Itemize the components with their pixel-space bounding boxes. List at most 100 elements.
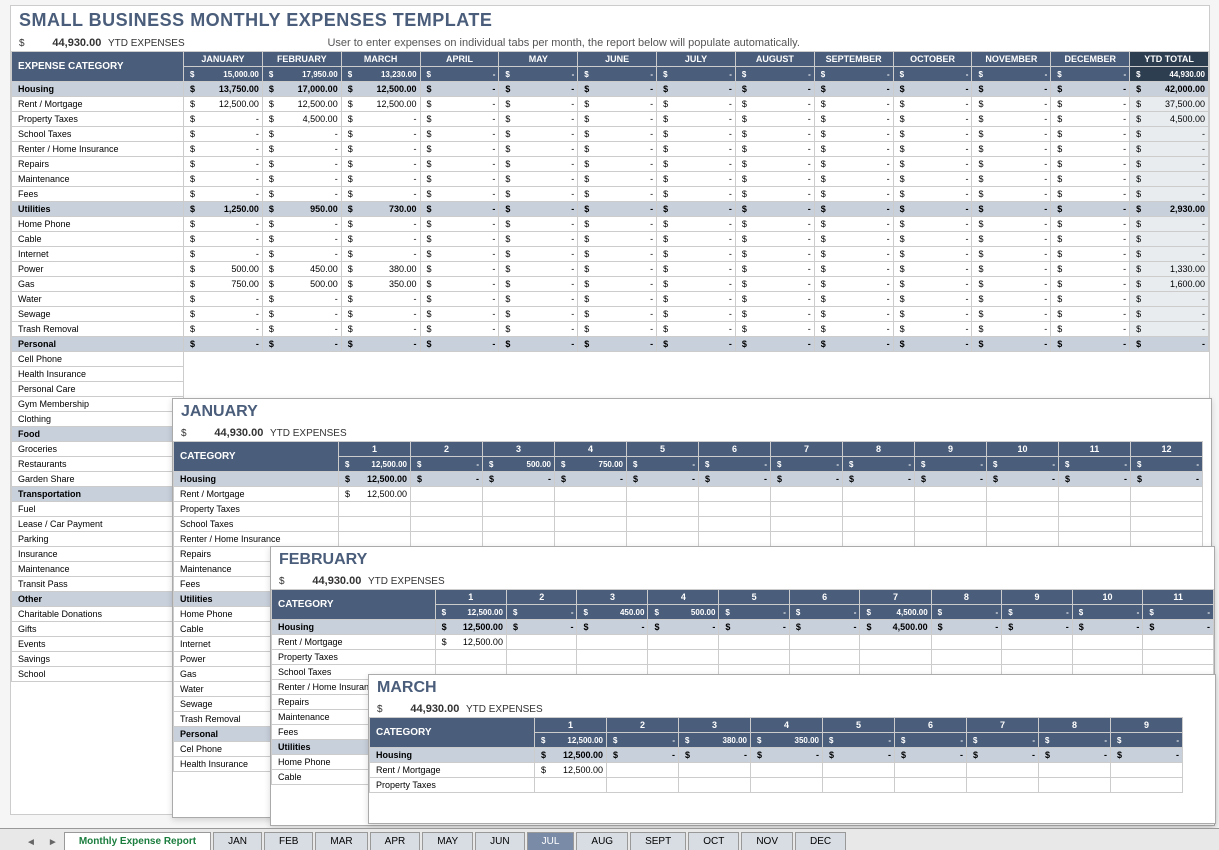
- cell[interactable]: $-: [262, 127, 341, 142]
- cell[interactable]: $-: [893, 337, 972, 352]
- cell[interactable]: $-: [657, 217, 736, 232]
- row-label[interactable]: Personal Care: [12, 382, 184, 397]
- cell[interactable]: [1059, 502, 1131, 517]
- row-label[interactable]: Maintenance: [12, 562, 184, 577]
- cell[interactable]: $-: [1130, 337, 1209, 352]
- cell[interactable]: $-: [657, 337, 736, 352]
- cell[interactable]: [771, 502, 843, 517]
- cell[interactable]: $-: [931, 620, 1002, 635]
- cell[interactable]: $-: [657, 187, 736, 202]
- cell[interactable]: [607, 778, 679, 793]
- cell[interactable]: $-: [972, 172, 1051, 187]
- row-label[interactable]: Housing: [370, 748, 535, 763]
- cell[interactable]: $-: [915, 472, 987, 487]
- cell[interactable]: $-: [184, 187, 263, 202]
- cell[interactable]: $-: [578, 232, 657, 247]
- cell[interactable]: $-: [420, 97, 499, 112]
- cell[interactable]: $-: [499, 277, 578, 292]
- row-label[interactable]: Lease / Car Payment: [12, 517, 184, 532]
- cell[interactable]: $-: [262, 322, 341, 337]
- cell[interactable]: $-: [972, 187, 1051, 202]
- cell[interactable]: $-: [657, 172, 736, 187]
- cell[interactable]: [895, 778, 967, 793]
- cell[interactable]: [339, 517, 411, 532]
- tab-aug[interactable]: AUG: [576, 832, 628, 850]
- cell[interactable]: $-: [499, 217, 578, 232]
- cell[interactable]: $-: [893, 202, 972, 217]
- cell[interactable]: $-: [843, 472, 915, 487]
- cell[interactable]: $-: [411, 472, 483, 487]
- cell[interactable]: $-: [735, 292, 814, 307]
- cell[interactable]: $-: [578, 172, 657, 187]
- cell[interactable]: $1,330.00: [1130, 262, 1209, 277]
- cell[interactable]: [627, 532, 699, 547]
- cell[interactable]: $-: [483, 472, 555, 487]
- cell[interactable]: $-: [972, 322, 1051, 337]
- cell[interactable]: $-: [184, 337, 263, 352]
- tab-sept[interactable]: SEPT: [630, 832, 686, 850]
- cell[interactable]: $-: [735, 307, 814, 322]
- cell[interactable]: [987, 517, 1059, 532]
- cell[interactable]: $-: [972, 202, 1051, 217]
- cell[interactable]: $-: [735, 157, 814, 172]
- cell[interactable]: [411, 487, 483, 502]
- cell[interactable]: $-: [1130, 157, 1209, 172]
- cell[interactable]: $-: [578, 217, 657, 232]
- cell[interactable]: $950.00: [262, 202, 341, 217]
- cell[interactable]: [699, 532, 771, 547]
- cell[interactable]: $12,500.00: [339, 472, 411, 487]
- cell[interactable]: $-: [578, 307, 657, 322]
- cell[interactable]: [577, 650, 648, 665]
- cell[interactable]: $-: [627, 472, 699, 487]
- cell[interactable]: $-: [814, 142, 893, 157]
- cell[interactable]: $-: [1051, 142, 1130, 157]
- cell[interactable]: $-: [341, 232, 420, 247]
- cell[interactable]: $12,500.00: [339, 487, 411, 502]
- cell[interactable]: [931, 635, 1002, 650]
- cell[interactable]: $-: [262, 232, 341, 247]
- cell[interactable]: $-: [499, 247, 578, 262]
- cell[interactable]: $-: [657, 82, 736, 97]
- cell[interactable]: $-: [1131, 472, 1203, 487]
- cell[interactable]: $-: [184, 307, 263, 322]
- cell[interactable]: $-: [1051, 157, 1130, 172]
- row-label[interactable]: Fees: [12, 187, 184, 202]
- cell[interactable]: $-: [420, 187, 499, 202]
- cell[interactable]: [915, 532, 987, 547]
- cell[interactable]: $2,930.00: [1130, 202, 1209, 217]
- cell[interactable]: $-: [499, 142, 578, 157]
- cell[interactable]: [1002, 635, 1073, 650]
- cell[interactable]: $-: [499, 82, 578, 97]
- tab-jul[interactable]: JUL: [527, 832, 575, 850]
- cell[interactable]: [860, 650, 931, 665]
- cell[interactable]: $-: [184, 127, 263, 142]
- cell[interactable]: $-: [1051, 277, 1130, 292]
- row-label[interactable]: Gifts: [12, 622, 184, 637]
- row-label[interactable]: Power: [12, 262, 184, 277]
- cell[interactable]: $-: [735, 112, 814, 127]
- cell[interactable]: [931, 650, 1002, 665]
- cell[interactable]: $-: [555, 472, 627, 487]
- cell[interactable]: $-: [1051, 307, 1130, 322]
- cell[interactable]: [719, 650, 790, 665]
- cell[interactable]: $-: [578, 322, 657, 337]
- cell[interactable]: $-: [577, 620, 648, 635]
- cell[interactable]: [555, 532, 627, 547]
- cell[interactable]: [771, 517, 843, 532]
- cell[interactable]: [823, 778, 895, 793]
- cell[interactable]: $-: [578, 277, 657, 292]
- cell[interactable]: $-: [814, 187, 893, 202]
- row-label[interactable]: Maintenance: [12, 172, 184, 187]
- tab-nav-prev[interactable]: ◄: [20, 835, 42, 850]
- cell[interactable]: $-: [814, 202, 893, 217]
- cell[interactable]: [967, 778, 1039, 793]
- row-label[interactable]: Renter / Home Insurance: [12, 142, 184, 157]
- cell[interactable]: [1131, 517, 1203, 532]
- row-label[interactable]: Restaurants: [12, 457, 184, 472]
- cell[interactable]: $-: [262, 187, 341, 202]
- cell[interactable]: $-: [578, 202, 657, 217]
- cell[interactable]: $-: [1130, 247, 1209, 262]
- cell[interactable]: $-: [341, 187, 420, 202]
- cell[interactable]: $-: [420, 292, 499, 307]
- cell[interactable]: $-: [262, 217, 341, 232]
